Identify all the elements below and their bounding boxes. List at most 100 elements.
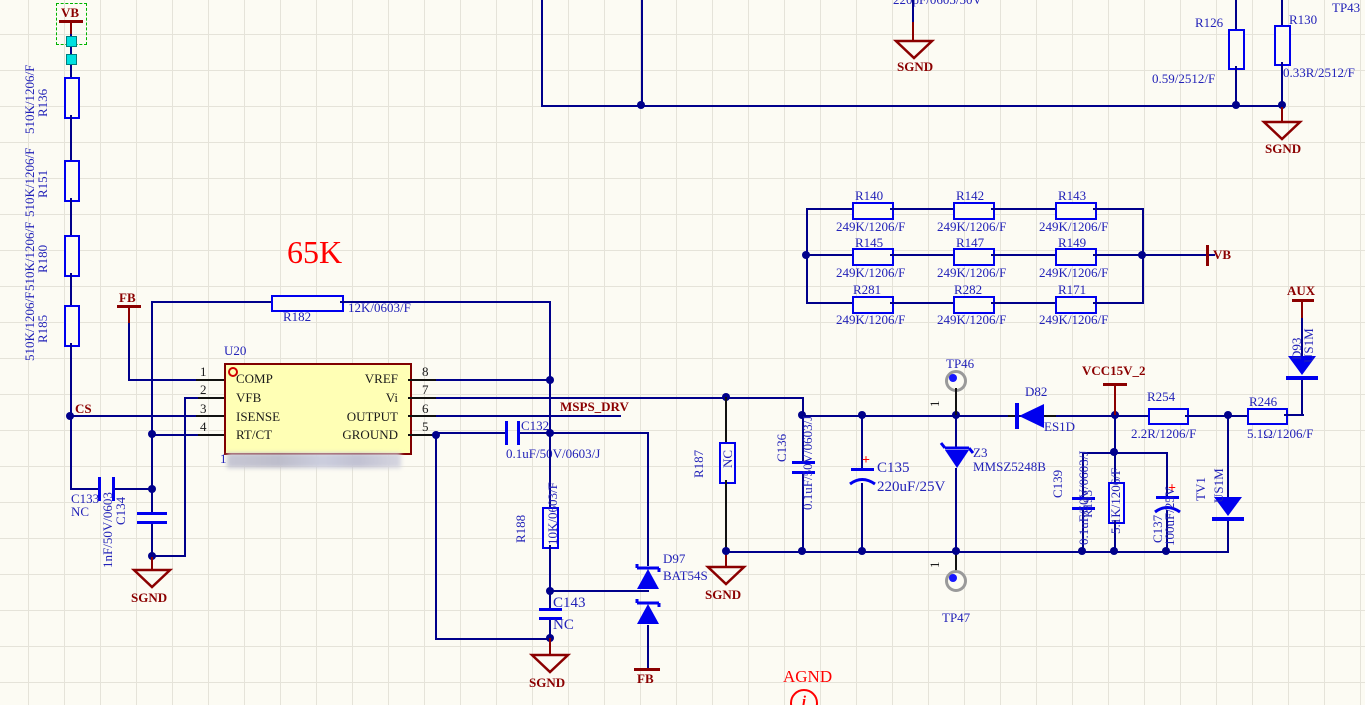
wire[interactable] — [128, 323, 130, 381]
wire[interactable] — [1093, 208, 1143, 210]
testpoint-label[interactable]: TP47 — [942, 611, 970, 624]
resistor-r143[interactable] — [1055, 202, 1097, 220]
resistor-designator[interactable]: R143 — [1058, 189, 1086, 202]
wire[interactable] — [541, 105, 1283, 107]
wire[interactable] — [70, 273, 72, 305]
resistor-designator[interactable]: R126 — [1195, 16, 1223, 29]
wire[interactable] — [890, 208, 955, 210]
sgnd-symbol[interactable] — [892, 39, 936, 60]
testpoint-tp47[interactable] — [945, 570, 967, 592]
resistor-value[interactable]: 249K/1206/F — [1039, 220, 1108, 233]
ic-designator[interactable]: U20 — [224, 344, 246, 357]
wire[interactable] — [151, 301, 271, 303]
resistor-designator[interactable]: R246 — [1249, 395, 1277, 408]
capacitor-designator[interactable]: C134 — [113, 497, 128, 525]
resistor-value[interactable]: 249K/1206/F — [937, 220, 1006, 233]
wire[interactable] — [70, 115, 72, 160]
resistor-designator[interactable]: R140 — [855, 189, 883, 202]
msps-drv-net-label[interactable]: MSPS_DRV — [560, 400, 629, 414]
sgnd-stem[interactable] — [912, 22, 914, 41]
sgnd-symbol[interactable] — [130, 568, 174, 589]
sgnd-stem[interactable] — [151, 556, 153, 570]
wire[interactable] — [549, 545, 551, 611]
capacitor-c135[interactable] — [851, 468, 874, 471]
wire[interactable] — [1235, 0, 1237, 30]
resistor-value[interactable]: 5.1K/1206/F — [1108, 468, 1123, 534]
pin[interactable] — [196, 397, 224, 399]
resistor-value[interactable]: NC — [720, 450, 735, 468]
wire[interactable] — [128, 379, 196, 381]
resistor-r142[interactable] — [953, 202, 995, 220]
resistor-designator[interactable]: R185 — [35, 315, 50, 343]
wire[interactable] — [890, 302, 955, 304]
diode-value[interactable]: US1M — [1211, 468, 1226, 503]
sgnd-label[interactable]: SGND — [897, 60, 933, 74]
wire[interactable] — [436, 397, 804, 399]
wire[interactable] — [1093, 302, 1143, 304]
resistor-designator[interactable]: R254 — [1147, 390, 1175, 403]
resistor-r145[interactable] — [852, 248, 894, 266]
wire[interactable] — [1235, 66, 1237, 106]
resistor-r180[interactable] — [64, 235, 80, 277]
pin[interactable] — [725, 397, 727, 443]
agnd-directive[interactable]: i — [790, 689, 818, 705]
resistor-value[interactable]: 510K/1206/F — [22, 292, 37, 361]
vb-port-bar[interactable] — [1206, 245, 1209, 266]
sgnd-symbol[interactable] — [704, 565, 748, 586]
wire[interactable] — [151, 434, 198, 436]
pin[interactable] — [196, 379, 224, 381]
capacitor-value[interactable]: 220uF/25V — [877, 480, 945, 495]
sgnd-label[interactable]: SGND — [1265, 142, 1301, 156]
resistor-r140[interactable] — [852, 202, 894, 220]
wire[interactable] — [436, 379, 551, 381]
wire[interactable] — [1056, 415, 1150, 417]
wire[interactable] — [541, 0, 543, 107]
resistor-value[interactable]: 249K/1206/F — [1039, 266, 1108, 279]
selection-handle[interactable] — [66, 36, 77, 47]
pin[interactable] — [955, 388, 957, 416]
resistor-value[interactable]: 0.33R/2512/F — [1283, 66, 1355, 79]
wire[interactable] — [806, 254, 856, 256]
resistor-designator[interactable]: R136 — [35, 89, 50, 117]
resistor-value[interactable]: 5.1Ω/1206/F — [1247, 427, 1313, 440]
resistor-designator[interactable]: R147 — [956, 236, 984, 249]
sgnd-label[interactable]: SGND — [131, 591, 167, 605]
capacitor-designator[interactable]: C143 — [553, 596, 586, 611]
resistor-designator[interactable]: R282 — [954, 283, 982, 296]
fb-port-label[interactable]: FB — [637, 672, 654, 686]
aux-port-bar[interactable] — [1292, 299, 1314, 302]
resistor-value[interactable]: 510K/1206/F — [22, 65, 37, 134]
zener-z3[interactable] — [939, 440, 975, 470]
fb-port-stem[interactable] — [128, 307, 130, 324]
sgnd-symbol[interactable] — [528, 653, 572, 674]
wire[interactable] — [184, 397, 186, 557]
diode-designator[interactable]: TV1 — [1193, 477, 1208, 501]
wire[interactable] — [1142, 254, 1208, 256]
pin[interactable] — [196, 434, 224, 436]
resistor-designator[interactable]: R188 — [513, 515, 528, 543]
resistor-value[interactable]: 0.59/2512/F — [1152, 72, 1215, 85]
wire[interactable] — [1281, 0, 1283, 26]
diode-d97-bottom[interactable] — [634, 597, 662, 627]
wire[interactable] — [1227, 521, 1229, 553]
wire[interactable] — [184, 397, 198, 399]
resistor-value[interactable]: 249K/1206/F — [836, 220, 905, 233]
capacitor-value[interactable]: 0.1uF/50V/0603/J — [800, 416, 815, 510]
wire[interactable] — [151, 555, 186, 557]
capacitor-value[interactable]: NC — [71, 505, 89, 518]
resistor-designator[interactable]: R149 — [1058, 236, 1086, 249]
capacitor-designator[interactable]: C135 — [877, 461, 910, 476]
capacitor-value[interactable]: 0.1uF/50V/0603/J — [506, 447, 600, 460]
sgnd-label[interactable]: SGND — [705, 588, 741, 602]
diode-value[interactable]: US1M — [1301, 328, 1316, 363]
diode-designator[interactable]: D82 — [1025, 385, 1047, 398]
resistor-value[interactable]: 249K/1206/F — [937, 266, 1006, 279]
wire[interactable] — [1185, 415, 1247, 417]
wire[interactable] — [435, 434, 437, 640]
wire[interactable] — [912, 0, 914, 23]
sgnd-label[interactable]: SGND — [529, 676, 565, 690]
wire[interactable] — [890, 254, 955, 256]
diode-d82[interactable] — [1014, 402, 1048, 430]
resistor-r246[interactable] — [1247, 408, 1288, 425]
fb-port-label[interactable]: FB — [119, 291, 136, 305]
